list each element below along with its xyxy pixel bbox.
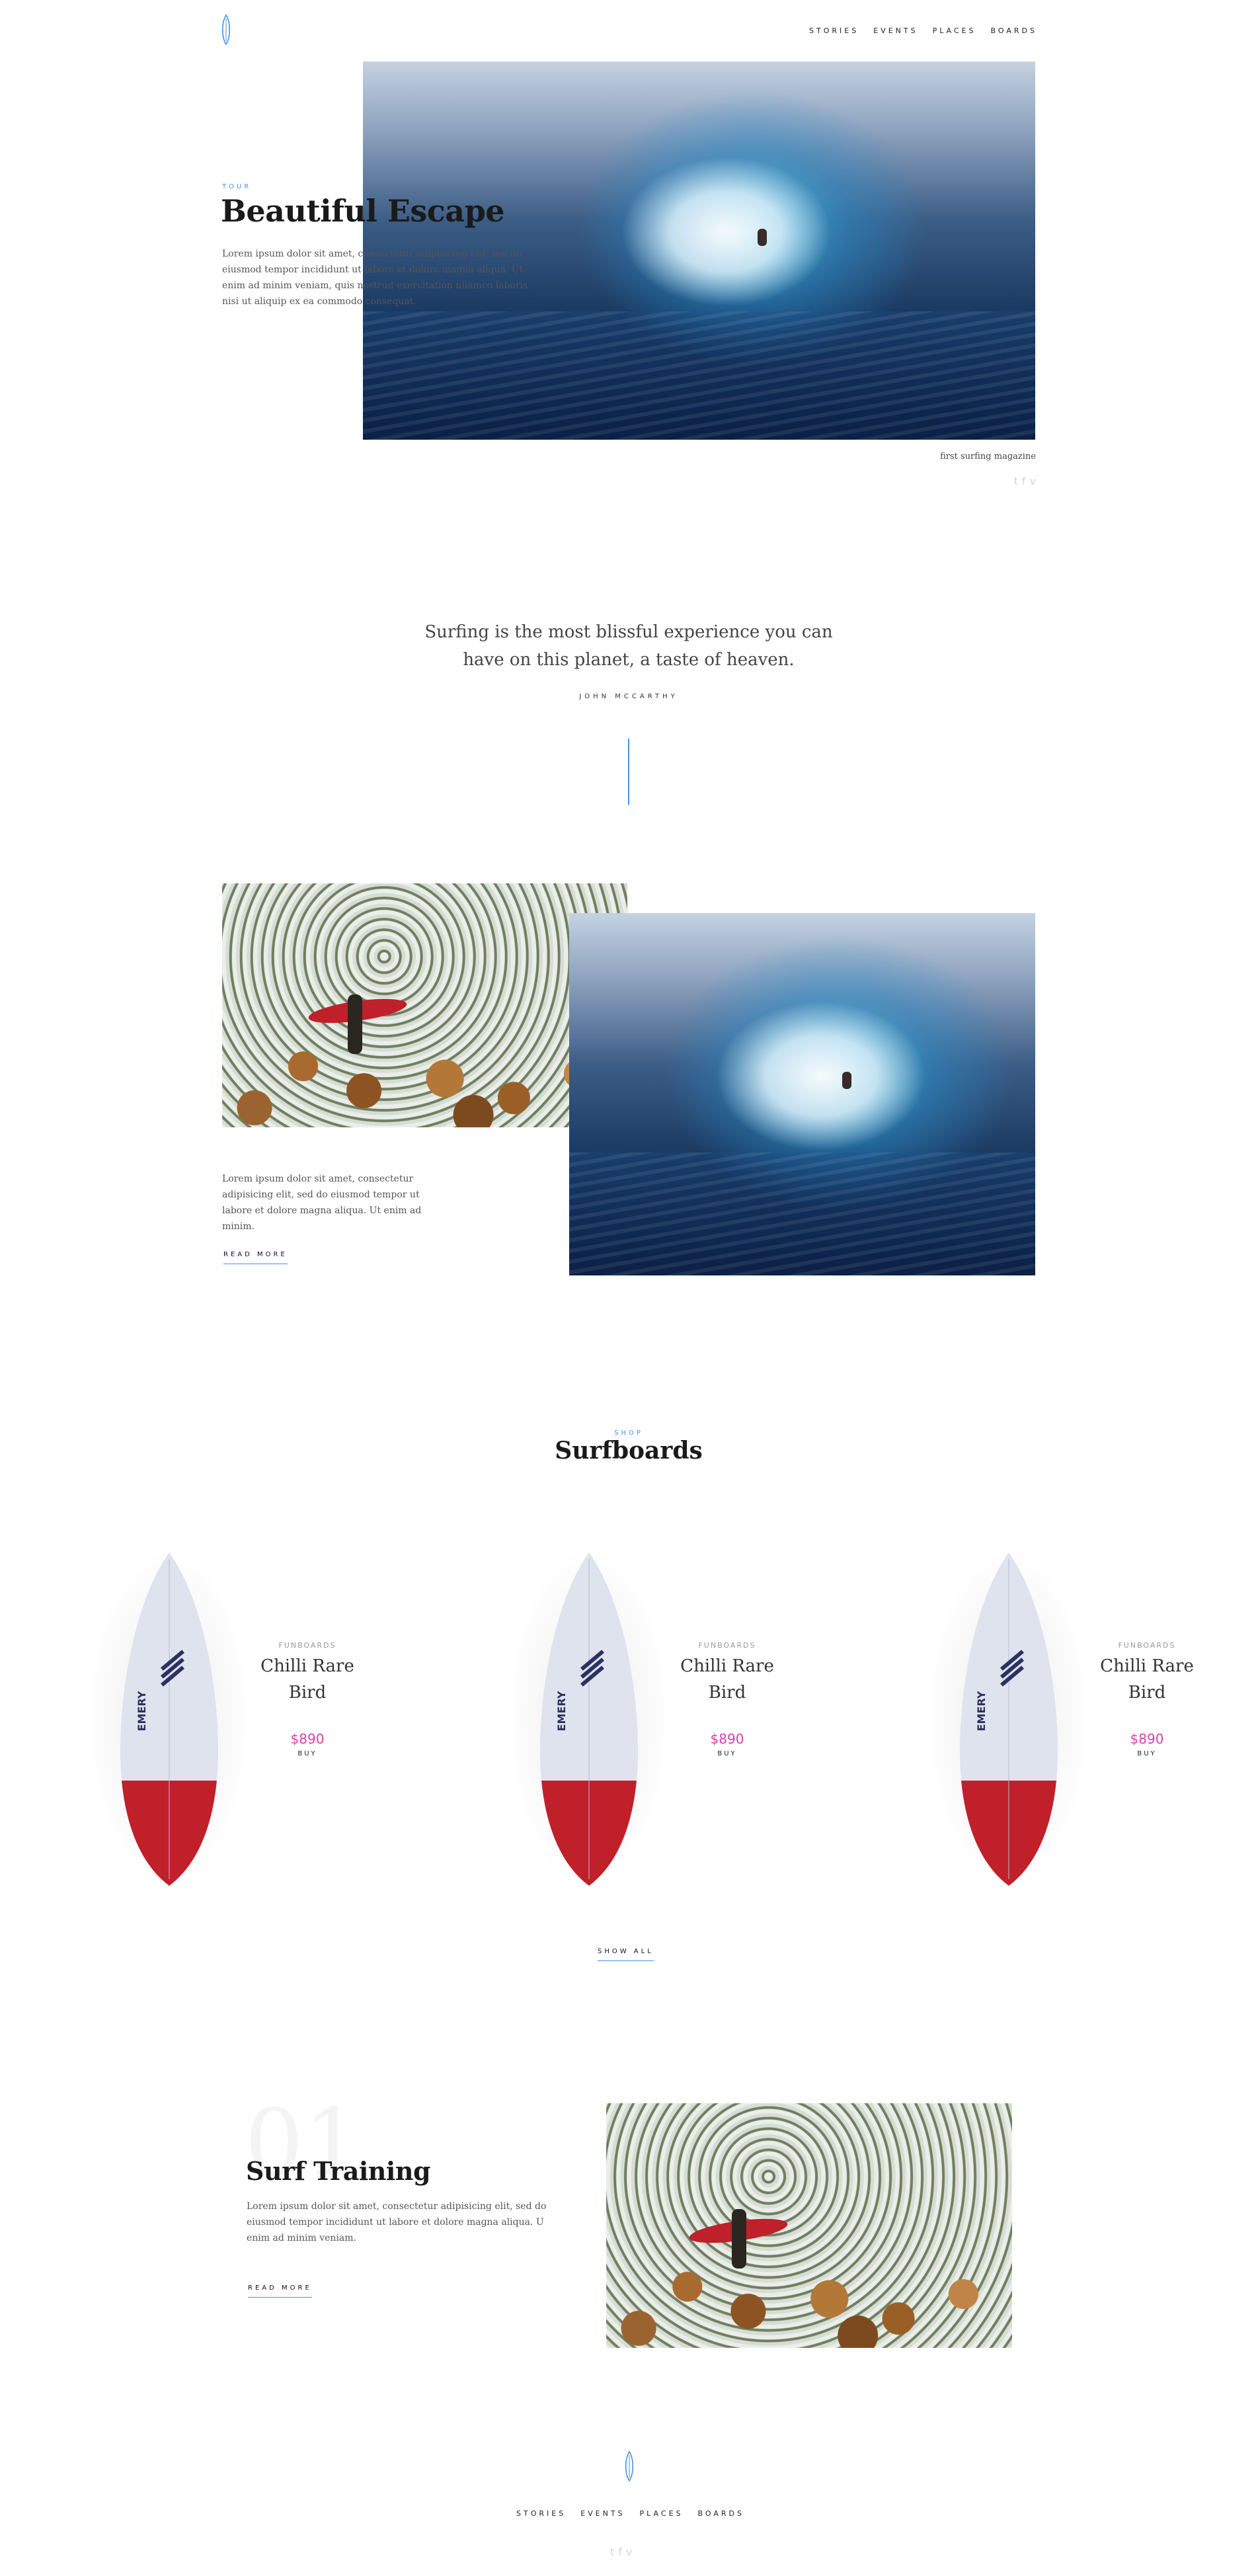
product-name-line-2: Bird [1128, 1683, 1166, 1703]
nav-item-stories[interactable]: STORIES [809, 26, 859, 35]
hero-title: Beautiful Escape [221, 193, 505, 229]
board-brand-label: EMERY [555, 1691, 568, 1731]
footer-nav-item-stories[interactable]: STORIES [516, 2509, 566, 2518]
main-nav: STORIES EVENTS PLACES BOARDS [809, 26, 1037, 35]
twitter-icon[interactable]: t [610, 2546, 614, 2558]
shop-kicker: SHOP [614, 1429, 643, 1437]
product-category: FUNBOARDS [698, 1641, 756, 1650]
quote-divider-line [628, 739, 629, 805]
surfer-figure [758, 229, 767, 246]
footer-social-links: t f v [610, 2546, 632, 2558]
footer-nav: STORIES EVENTS PLACES BOARDS [516, 2509, 744, 2518]
quote-line-2: have on this planet, a taste of heaven. [463, 650, 795, 670]
training-body: Lorem ipsum dolor sit amet, consectetur … [247, 2201, 547, 2243]
nav-item-boards[interactable]: BOARDS [991, 26, 1037, 35]
site-logo[interactable] [220, 15, 232, 45]
product-name[interactable]: Chilli Rare Bird [661, 1653, 793, 1706]
facebook-icon[interactable]: f [618, 2546, 622, 2558]
product-category: FUNBOARDS [278, 1641, 336, 1650]
training-title: Surf Training [246, 2156, 431, 2186]
footer-nav-item-events[interactable]: EVENTS [580, 2509, 625, 2518]
surfboard-logo-icon [625, 2451, 634, 2481]
product-name-line-1: Chilli Rare [260, 1656, 354, 1676]
story-body: Lorem ipsum dolor sit amet, consectetur … [222, 1174, 422, 1232]
hero-social-links: t f v [1014, 475, 1036, 487]
facebook-icon[interactable]: f [1022, 475, 1026, 487]
surfboard-image: EMERY [120, 1552, 218, 1886]
quote-text: Surfing is the most blissful experience … [298, 618, 959, 674]
surfboard-logo-icon [221, 15, 231, 45]
quote-line-1: Surfing is the most blissful experience … [424, 622, 833, 642]
board-brand-label: EMERY [975, 1691, 988, 1731]
product-buy-button[interactable]: BUY [707, 1750, 747, 1757]
product-name-line-2: Bird [288, 1683, 327, 1703]
training-read-more-link[interactable]: READ MORE [248, 2284, 312, 2298]
wave-foam [363, 311, 1035, 440]
surfer-person [732, 2209, 746, 2269]
product-name-line-1: Chilli Rare [680, 1656, 774, 1676]
hero-body: Lorem ipsum dolor sit amet, consectetur … [222, 249, 528, 307]
product-name[interactable]: Chilli Rare Bird [1081, 1653, 1213, 1706]
nav-item-places[interactable]: PLACES [933, 26, 976, 35]
product-price: $890 [1130, 1731, 1164, 1747]
twitter-icon[interactable]: t [1014, 475, 1018, 487]
nav-item-events[interactable]: EVENTS [873, 26, 918, 35]
story-wave-image [569, 913, 1035, 1275]
hero-caption: first surfing magazine [940, 452, 1036, 462]
product-buy-button[interactable]: BUY [1127, 1750, 1167, 1757]
quote-author: JOHN MCCARTHY [579, 693, 678, 700]
product-name[interactable]: Chilli Rare Bird [241, 1653, 373, 1706]
surfboard-image: EMERY [540, 1552, 638, 1886]
surfer-figure [842, 1072, 851, 1089]
story-read-more-link[interactable]: READ MORE [223, 1251, 288, 1264]
product-name-line-2: Bird [708, 1683, 746, 1703]
board-brand-label: EMERY [136, 1691, 148, 1731]
hero-kicker: TOUR [222, 183, 252, 190]
product-price: $890 [710, 1731, 744, 1747]
wave-foam [569, 1152, 1035, 1275]
training-rocks-image [606, 2103, 1012, 2348]
footer-nav-item-boards[interactable]: BOARDS [698, 2509, 744, 2518]
shop-title: Surfboards [555, 1437, 703, 1465]
surfboard-image: EMERY [960, 1552, 1058, 1886]
surfer-person [348, 994, 362, 1054]
product-price: $890 [290, 1731, 325, 1747]
story-rocks-image [222, 883, 627, 1127]
product-category: FUNBOARDS [1118, 1641, 1176, 1650]
vimeo-icon[interactable]: v [1030, 475, 1036, 487]
product-buy-button[interactable]: BUY [288, 1750, 327, 1757]
footer-logo[interactable] [623, 2451, 635, 2481]
product-name-line-1: Chilli Rare [1100, 1656, 1194, 1676]
vimeo-icon[interactable]: v [626, 2546, 632, 2558]
show-all-link[interactable]: SHOW ALL [598, 1948, 654, 1961]
footer-nav-item-places[interactable]: PLACES [640, 2509, 684, 2518]
